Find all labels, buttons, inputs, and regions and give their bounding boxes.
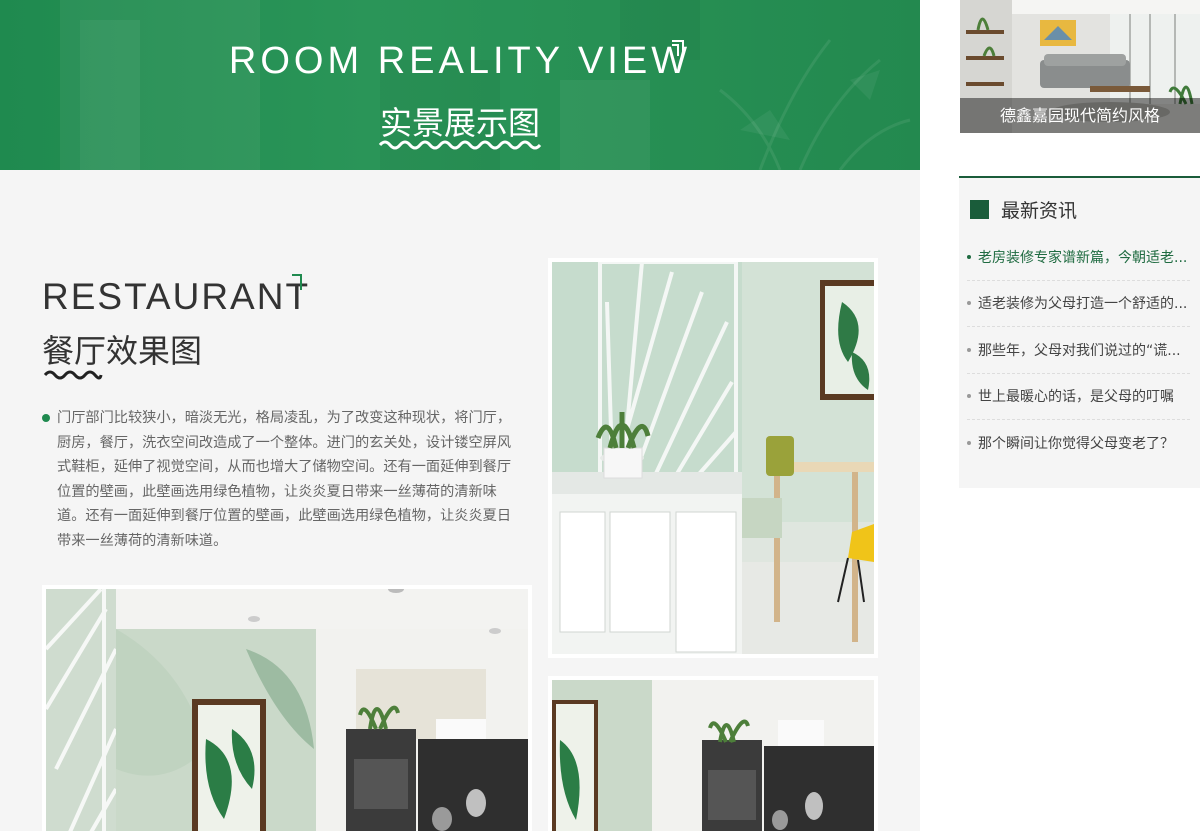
news-item[interactable]: 那个瞬间让你觉得父母变老了？ bbox=[967, 420, 1190, 467]
bullet-icon bbox=[967, 394, 971, 399]
restaurant-photo-kitchen-small[interactable] bbox=[548, 676, 878, 831]
bullet-icon bbox=[42, 414, 50, 422]
square-icon bbox=[970, 200, 989, 219]
news-item[interactable]: 适老装修为父母打造一个舒适的... bbox=[967, 281, 1190, 327]
news-title: 最新资讯 bbox=[1001, 200, 1078, 222]
case-card[interactable]: 德鑫嘉园现代简约风格 bbox=[960, 0, 1200, 133]
corner-bracket-icon bbox=[672, 40, 684, 56]
sidebar: 德鑫嘉园现代简约风格 最新资讯 老房装修专家谱新篇，今朝适老... 适老装修为父… bbox=[920, 0, 1200, 831]
section-title-cn: 餐厅效果图 bbox=[42, 332, 203, 370]
bullet-icon bbox=[967, 301, 971, 306]
news-item-label: 老房装修专家谱新篇，今朝适老... bbox=[978, 249, 1188, 266]
case-caption: 德鑫嘉园现代简约风格 bbox=[960, 98, 1200, 133]
news-item[interactable]: 世上最暖心的话，是父母的叮嘱 bbox=[967, 374, 1190, 420]
corner-bracket-icon bbox=[292, 274, 302, 290]
banner-title-en: ROOM REALITY VIEW bbox=[228, 40, 692, 82]
entry-cabinet-image bbox=[552, 262, 874, 654]
news-header: 最新资讯 bbox=[970, 196, 1077, 223]
bullet-icon bbox=[967, 254, 971, 259]
news-item-label: 那个瞬间让你觉得父母变老了？ bbox=[978, 436, 1174, 453]
news-item-label: 适老装修为父母打造一个舒适的... bbox=[978, 296, 1188, 313]
news-item[interactable]: 老房装修专家谱新篇，今朝适老... bbox=[967, 234, 1190, 281]
bullet-icon bbox=[967, 347, 971, 352]
section-title-en: RESTAURANT bbox=[42, 276, 311, 317]
news-panel: 最新资讯 老房装修专家谱新篇，今朝适老... 适老装修为父母打造一个舒适的...… bbox=[959, 176, 1200, 488]
news-item-label: 那些年，父母对我们说过的“谎... bbox=[978, 342, 1181, 359]
news-item[interactable]: 那些年，父母对我们说过的“谎... bbox=[967, 327, 1190, 374]
section-description: 门厅部门比较狭小，暗淡无光，格局凌乱，为了改变这种现状，将门厅，厨房，餐厅，洗衣… bbox=[57, 410, 512, 549]
banner: ROOM REALITY VIEW 实景展示图 bbox=[0, 0, 920, 170]
bullet-icon bbox=[967, 441, 971, 446]
restaurant-photo-entry[interactable] bbox=[548, 258, 878, 658]
kitchen-image-small bbox=[552, 680, 874, 831]
news-list: 老房装修专家谱新篇，今朝适老... 适老装修为父母打造一个舒适的... 那些年，… bbox=[959, 234, 1200, 467]
wave-underline-icon bbox=[378, 140, 542, 150]
wave-underline-icon bbox=[43, 370, 103, 380]
restaurant-photo-kitchen[interactable] bbox=[42, 585, 532, 831]
main-content: ROOM REALITY VIEW 实景展示图 RESTAURANT 餐厅效果图… bbox=[0, 0, 920, 831]
kitchen-image bbox=[46, 589, 528, 831]
news-item-label: 世上最暖心的话，是父母的叮嘱 bbox=[978, 389, 1174, 406]
